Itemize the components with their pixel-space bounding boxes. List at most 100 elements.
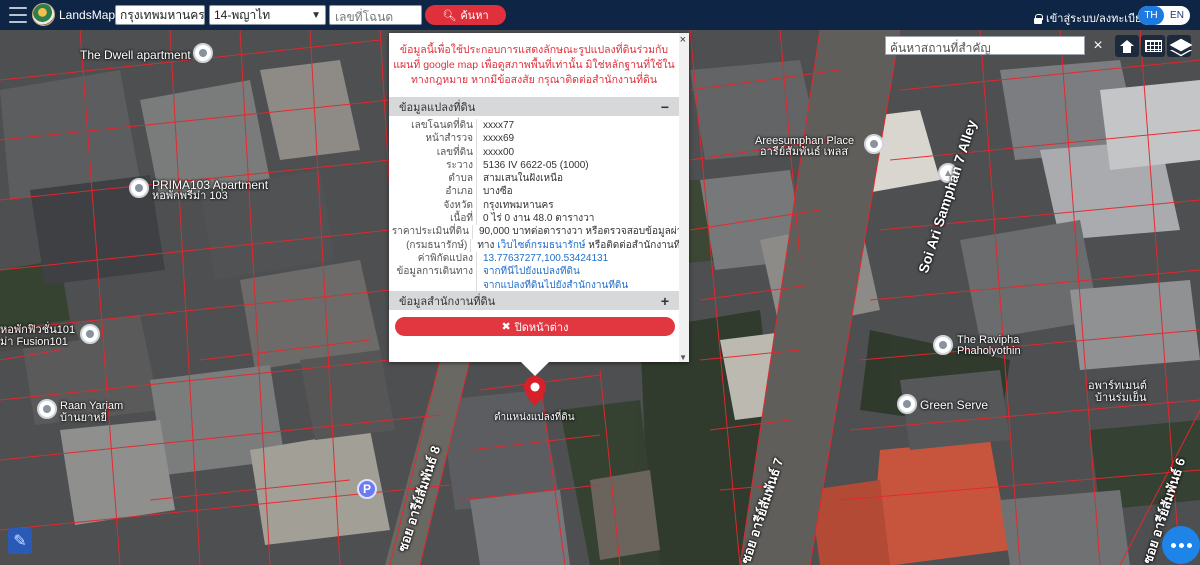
info-value[interactable]: ทาง เว็บไซต์กรมธนารักษ์ หรือติดต่อสำนักง… <box>471 239 679 252</box>
info-key: ข้อมูลการเดินทาง <box>389 265 477 279</box>
poi-label: Green Serve <box>920 398 989 412</box>
info-row: จากแปลงที่ดินไปยังสำนักงานที่ดิน <box>389 278 679 292</box>
info-key: อำเภอ <box>389 185 477 199</box>
lang-th-button[interactable]: TH <box>1138 6 1164 25</box>
info-value[interactable]: จากแปลงที่ดินไปยังสำนักงานที่ดิน <box>477 279 628 292</box>
location-pin-icon[interactable] <box>933 335 953 355</box>
info-value[interactable]: 13.77637277,100.53424131 <box>477 252 608 265</box>
location-pin-icon[interactable] <box>864 134 884 154</box>
info-value: xxxx77 <box>483 120 515 131</box>
poi-label-th: อารีย์สัมพันธ์ เพลส <box>760 146 849 158</box>
province-select[interactable]: กรุงเทพมหานคร▼ <box>115 5 219 25</box>
parcel-info-section-header[interactable]: ข้อมูลแปลงที่ดิน − <box>389 97 679 116</box>
top-bar: LandsMaps กรุงเทพมหานคร▼ 14-พญาไท ▼ เลขที… <box>0 0 1200 30</box>
info-key: ระวาง <box>389 158 477 173</box>
popup-scrollbar[interactable] <box>679 33 689 362</box>
home-button[interactable] <box>1115 35 1139 57</box>
search-button-label: ค้นหา <box>460 10 489 22</box>
parcel-info-table: เลขโฉนดที่ดิน xxxx77 หน้าสำรวจ xxxx69 เลขที่… <box>389 119 679 292</box>
search-icon: 🔍︎ <box>442 9 457 22</box>
poi-label: Phaholyothin <box>957 345 1021 357</box>
close-icon[interactable]: × <box>680 34 686 46</box>
poi-label: The Dwell apartment <box>80 48 191 62</box>
lang-en-button[interactable]: EN <box>1164 6 1190 25</box>
info-row: เลขที่ดิน xxxx00 <box>389 145 679 159</box>
home-icon <box>1120 39 1134 53</box>
chevron-down-icon: ▼ <box>311 9 321 21</box>
info-key: หน้าสำรวจ <box>389 132 477 146</box>
info-row: ระวาง 5136 IV 6622-05 (1000) <box>389 158 679 173</box>
info-row: (กรมธนารักษ์) ทาง เว็บไซต์กรมธนารักษ์ หรื… <box>389 238 679 252</box>
parcel-info-popup: × ข้อมูลนี้เพื่อใช้ประกอบการแสดงลักษณะรู… <box>389 33 689 362</box>
info-value: 5136 IV 6622-05 (1000) <box>483 159 589 171</box>
district-select[interactable]: 14-พญาไท ▼ <box>209 5 326 25</box>
info-value[interactable]: จากที่นี่ไปยังแปลงที่ดิน <box>477 265 580 278</box>
info-key: (กรมธนารักษ์) <box>389 238 472 252</box>
measure-tool-button[interactable]: ✎ <box>8 528 32 554</box>
location-pin-icon[interactable] <box>37 399 57 419</box>
place-search-input[interactable]: ค้นหาสถานที่สำคัญ <box>885 36 1085 55</box>
info-row: หน้าสำรวจ xxxx69 <box>389 132 679 146</box>
info-value: บางซื่อ <box>483 186 513 198</box>
info-key: จังหวัด <box>389 198 477 213</box>
parcel-marker-label: ตำแหน่งแปลงที่ดิน <box>494 412 575 423</box>
ruler-pencil-icon: ✎ <box>13 533 27 550</box>
layers-icon <box>1172 39 1186 53</box>
login-label: เข้าสู่ระบบ/ลงทะเบียน <box>1046 13 1149 25</box>
info-key <box>389 278 477 292</box>
info-value: xxxx00 <box>483 146 515 158</box>
close-window-label: ปิดหน้าต่าง <box>514 321 569 334</box>
disclaimer-text: ข้อมูลนี้เพื่อใช้ประกอบการแสดงลักษณะรูปแ… <box>393 44 675 86</box>
layers-button[interactable] <box>1167 35 1191 57</box>
province-select-value: กรุงเทพมหานคร <box>120 7 205 22</box>
info-value: xxxx69 <box>483 133 515 145</box>
info-value: 0 ไร่ 0 งาน 48.0 ตารางวา <box>483 213 595 225</box>
collapse-icon[interactable]: − <box>661 99 669 115</box>
info-key: ค่าพิกัดแปลง <box>389 251 477 266</box>
deed-number-input[interactable]: เลขที่โฉนด <box>329 5 422 25</box>
location-pin-icon[interactable] <box>80 324 100 344</box>
poi-label-th: หอพักพรีม่า 103 <box>152 190 228 202</box>
info-value: 90,000 บาทต่อตารางวา หรือตรวจสอบข้อมูลผ่… <box>478 226 679 238</box>
lock-icon <box>1034 13 1043 24</box>
scroll-down-icon[interactable]: ▼ <box>679 353 687 362</box>
search-button[interactable]: 🔍︎ ค้นหา <box>425 5 506 25</box>
info-row: ข้อมูลการเดินทาง จากที่นี่ไปยังแปลงที่ดิน <box>389 265 679 279</box>
expand-icon[interactable]: + <box>661 293 669 309</box>
close-window-button[interactable]: ✖ ปิดหน้าต่าง <box>395 317 675 336</box>
poi-label: ม่า Fusion101 <box>0 336 68 348</box>
poi-label-th: บ้านยาหยี่ <box>60 412 107 424</box>
poi-label-th: บ้านร่มเย็น <box>1095 392 1147 404</box>
info-key: เนื้อที่ <box>389 212 477 226</box>
location-pin-icon[interactable] <box>129 178 149 198</box>
login-link[interactable]: เข้าสู่ระบบ/ลงทะเบียน <box>1034 9 1149 27</box>
menu-icon[interactable] <box>9 7 27 23</box>
info-row: ราคาประเมินที่ดิน 90,000 บาทต่อตารางวา หร… <box>389 225 679 239</box>
district-select-value: 14-พญาไท <box>214 7 271 22</box>
parking-icon[interactable]: P <box>357 479 377 499</box>
info-row: จังหวัด กรุงเทพมหานคร <box>389 198 679 213</box>
chat-button[interactable] <box>1162 526 1200 564</box>
location-pin-icon[interactable] <box>193 43 213 63</box>
close-icon: ✖ <box>501 321 511 333</box>
treasury-website-link[interactable]: เว็บไซต์กรมธนารักษ์ <box>497 240 585 251</box>
info-key: ราคาประเมินที่ดิน <box>389 225 473 239</box>
info-value: สามเสนในฝั่งเหนือ <box>483 173 563 185</box>
grid-button[interactable] <box>1141 35 1165 57</box>
clear-search-button[interactable]: × <box>1087 36 1109 55</box>
info-key: เลขที่ดิน <box>389 145 477 159</box>
poi-label-th: อพาร์ทเมนต์ <box>1088 380 1147 392</box>
info-row: ตำบล สามเสนในฝั่งเหนือ <box>389 172 679 186</box>
section-title: ข้อมูลสำนักงานที่ดิน <box>399 295 496 308</box>
info-row: เนื้อที่ 0 ไร่ 0 งาน 48.0 ตารางวา <box>389 212 679 226</box>
grid-icon <box>1144 40 1162 52</box>
info-row: อำเภอ บางซื่อ <box>389 185 679 199</box>
poi-label: Raan Yariam <box>60 400 124 412</box>
land-office-section-header[interactable]: ข้อมูลสำนักงานที่ดิน + <box>389 291 679 310</box>
parcel-marker-icon[interactable] <box>524 376 546 406</box>
info-row: ค่าพิกัดแปลง 13.77637277,100.53424131 <box>389 251 679 266</box>
location-pin-icon[interactable] <box>897 394 917 414</box>
poi-label-th: หอพักฟิวชั่น101 <box>0 324 76 336</box>
info-key: ตำบล <box>389 172 477 186</box>
brand-name: LandsMaps <box>59 8 122 22</box>
